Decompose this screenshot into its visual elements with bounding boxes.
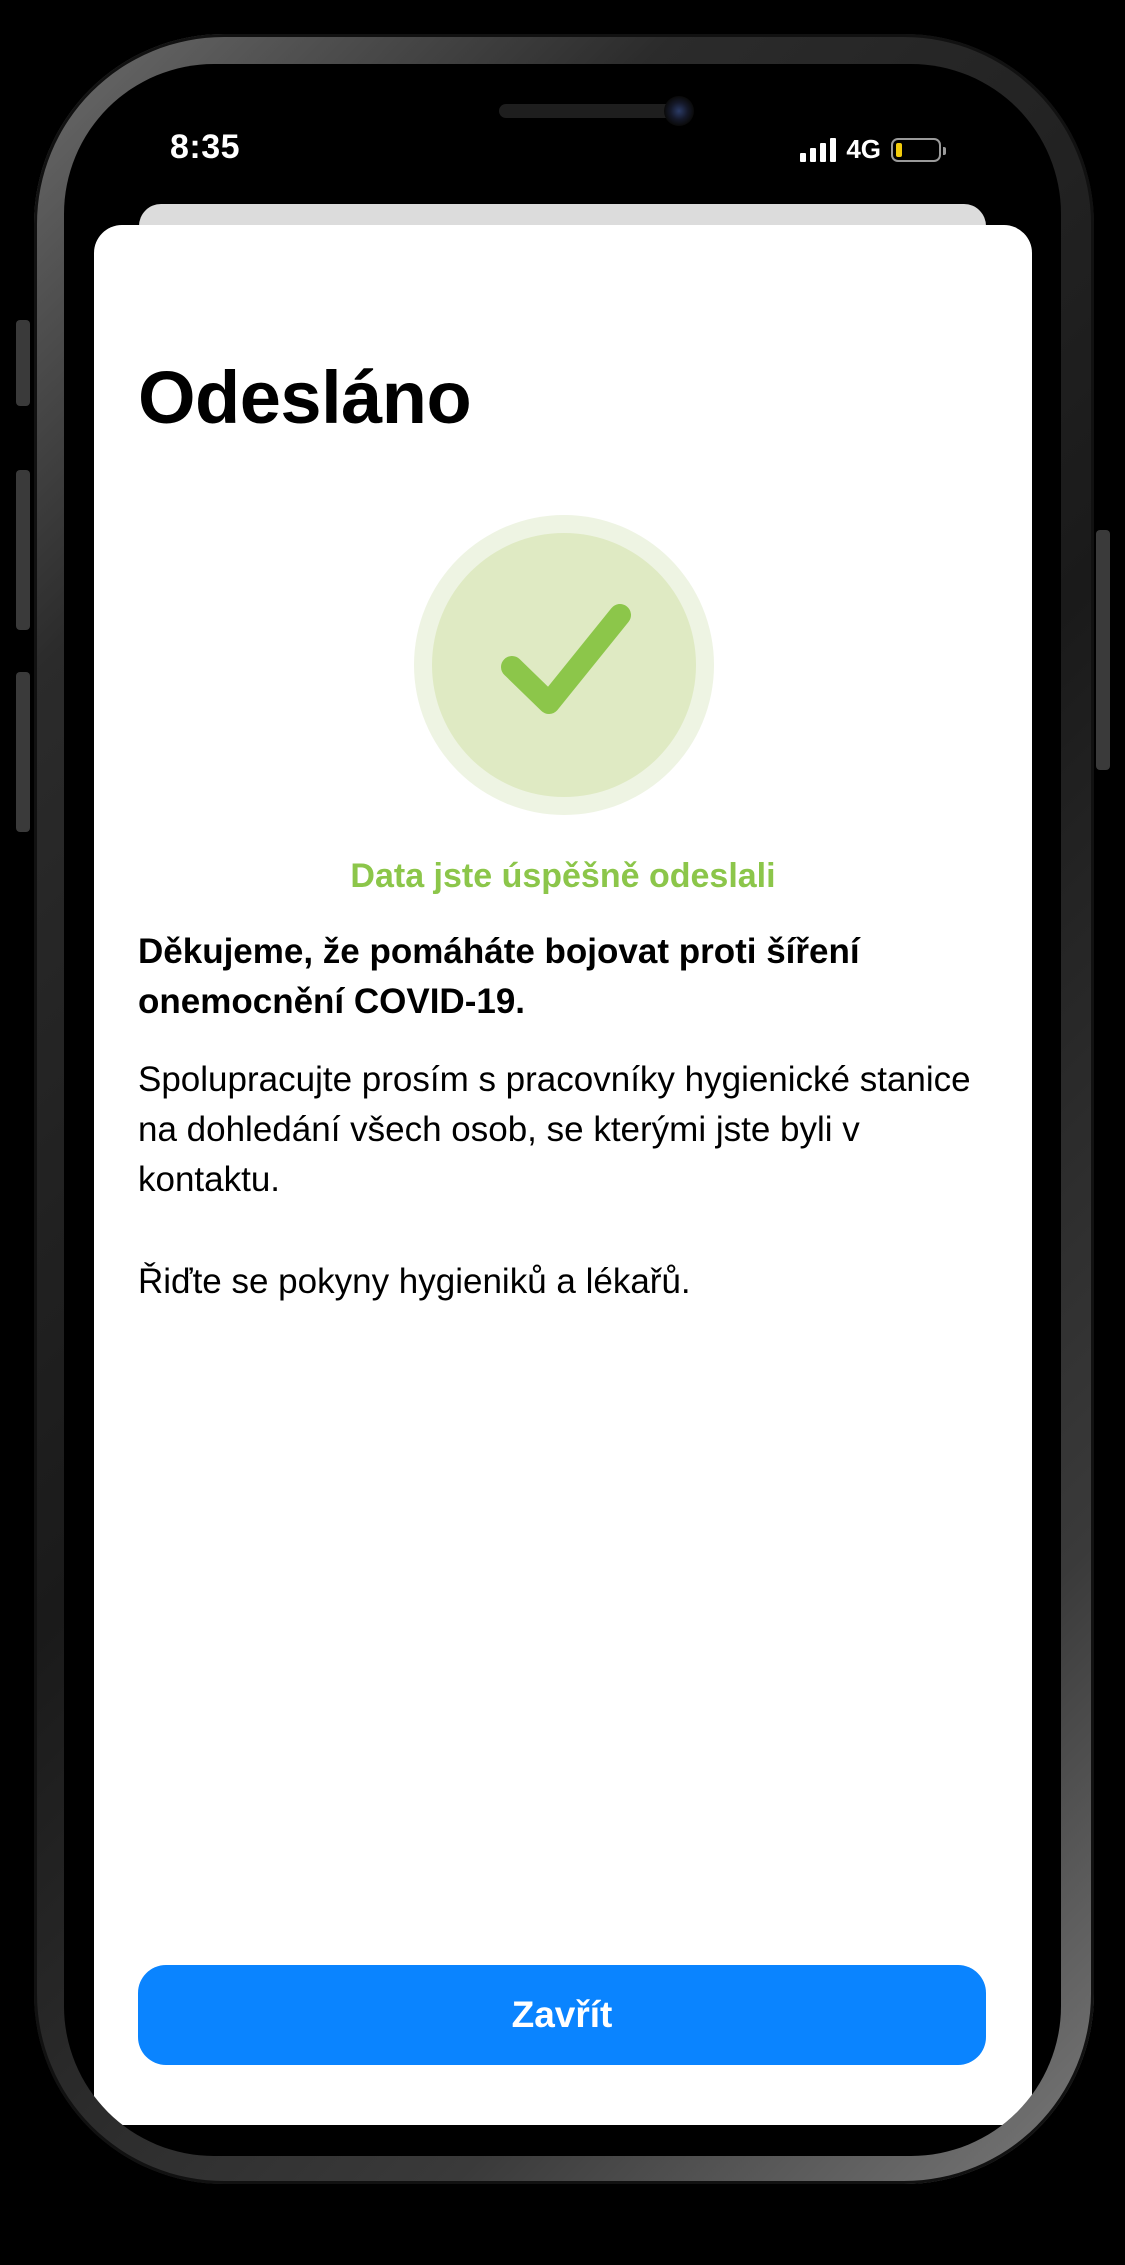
cellular-signal-icon	[800, 137, 837, 162]
silent-switch	[16, 320, 30, 406]
volume-down-button	[16, 672, 30, 832]
advice-text: Řiďte se pokyny hygieniků a lékařů.	[138, 1262, 691, 1301]
device-mockup: 8:35 4G Odesláno Data jste úspěšně odesl…	[0, 0, 1125, 2265]
modal-sheet: Odesláno Data jste úspěšně odeslali Děku…	[94, 225, 1032, 2125]
front-camera	[664, 96, 694, 126]
network-type-label: 4G	[846, 134, 881, 164]
success-message: Data jste úspěšně odeslali	[350, 857, 776, 895]
battery-icon	[891, 137, 946, 162]
info-text: Spolupracujte prosím s pracovníky hygien…	[138, 1060, 971, 1199]
volume-up-button	[16, 470, 30, 630]
battery-level	[896, 142, 902, 157]
checkmark-icon	[501, 604, 631, 714]
status-indicators: 4G	[800, 134, 946, 165]
earpiece-speaker	[499, 104, 689, 118]
phone-screen: 8:35 4G Odesláno Data jste úspěšně odesl…	[64, 64, 1061, 2156]
success-badge	[414, 515, 714, 815]
status-time: 8:35	[170, 128, 241, 166]
power-button	[1096, 530, 1110, 770]
page-title: Odesláno	[138, 356, 472, 439]
thanks-text: Děkujeme, že pomáháte bojovat proti šíře…	[138, 932, 860, 1021]
close-button[interactable]: Zavřít	[138, 1965, 986, 2065]
